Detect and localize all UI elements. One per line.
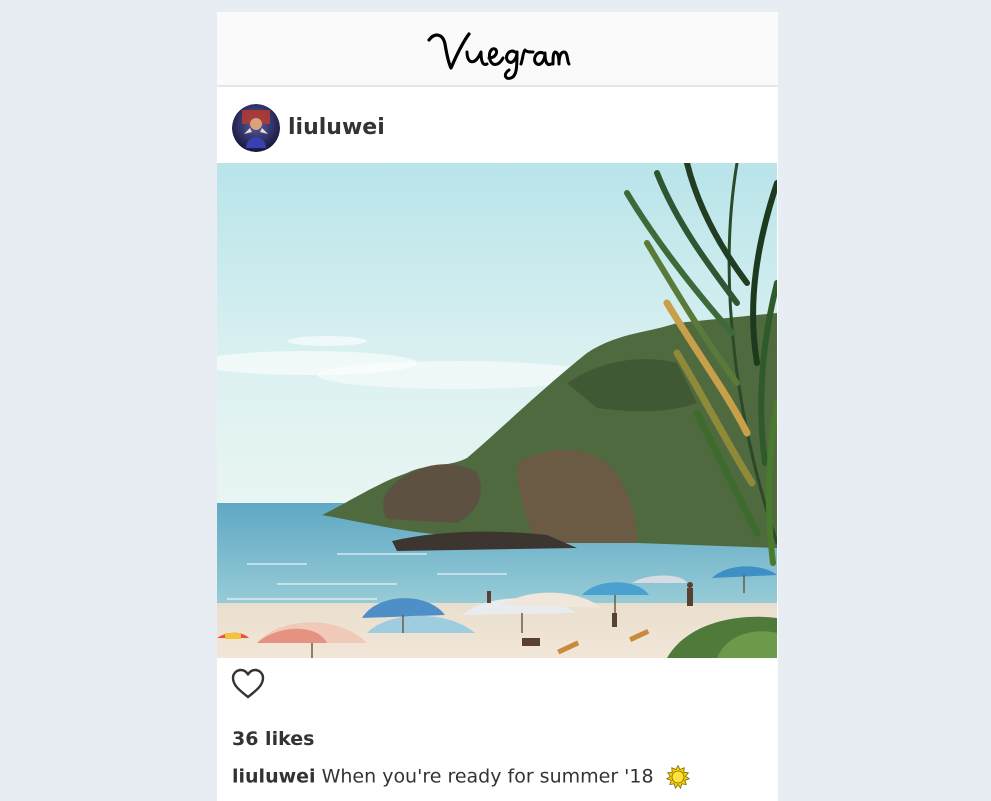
app-frame: liuluwei 36 likes liuluwei When you're r… — [217, 12, 778, 801]
caption-text: When you're ready for summer '18 — [321, 765, 654, 788]
beach-photo — [217, 163, 777, 658]
vuegram-wordmark — [426, 32, 570, 80]
post-username[interactable]: liuluwei — [288, 115, 385, 140]
avatar[interactable] — [232, 104, 280, 152]
post-header: liuluwei — [217, 87, 778, 163]
sun-emoji-icon — [665, 765, 690, 789]
heart-outline-icon[interactable] — [231, 668, 265, 700]
avatar-image — [232, 104, 280, 152]
app-header — [217, 12, 778, 87]
post-caption: liuluwei When you're ready for summer '1… — [232, 765, 690, 789]
caption-username[interactable]: liuluwei — [232, 766, 316, 788]
likes-count[interactable]: 36 likes — [232, 728, 314, 750]
app-logo[interactable] — [217, 22, 778, 86]
post-card: liuluwei — [217, 87, 778, 705]
post-actions — [217, 658, 778, 705]
post-photo[interactable] — [217, 163, 777, 658]
